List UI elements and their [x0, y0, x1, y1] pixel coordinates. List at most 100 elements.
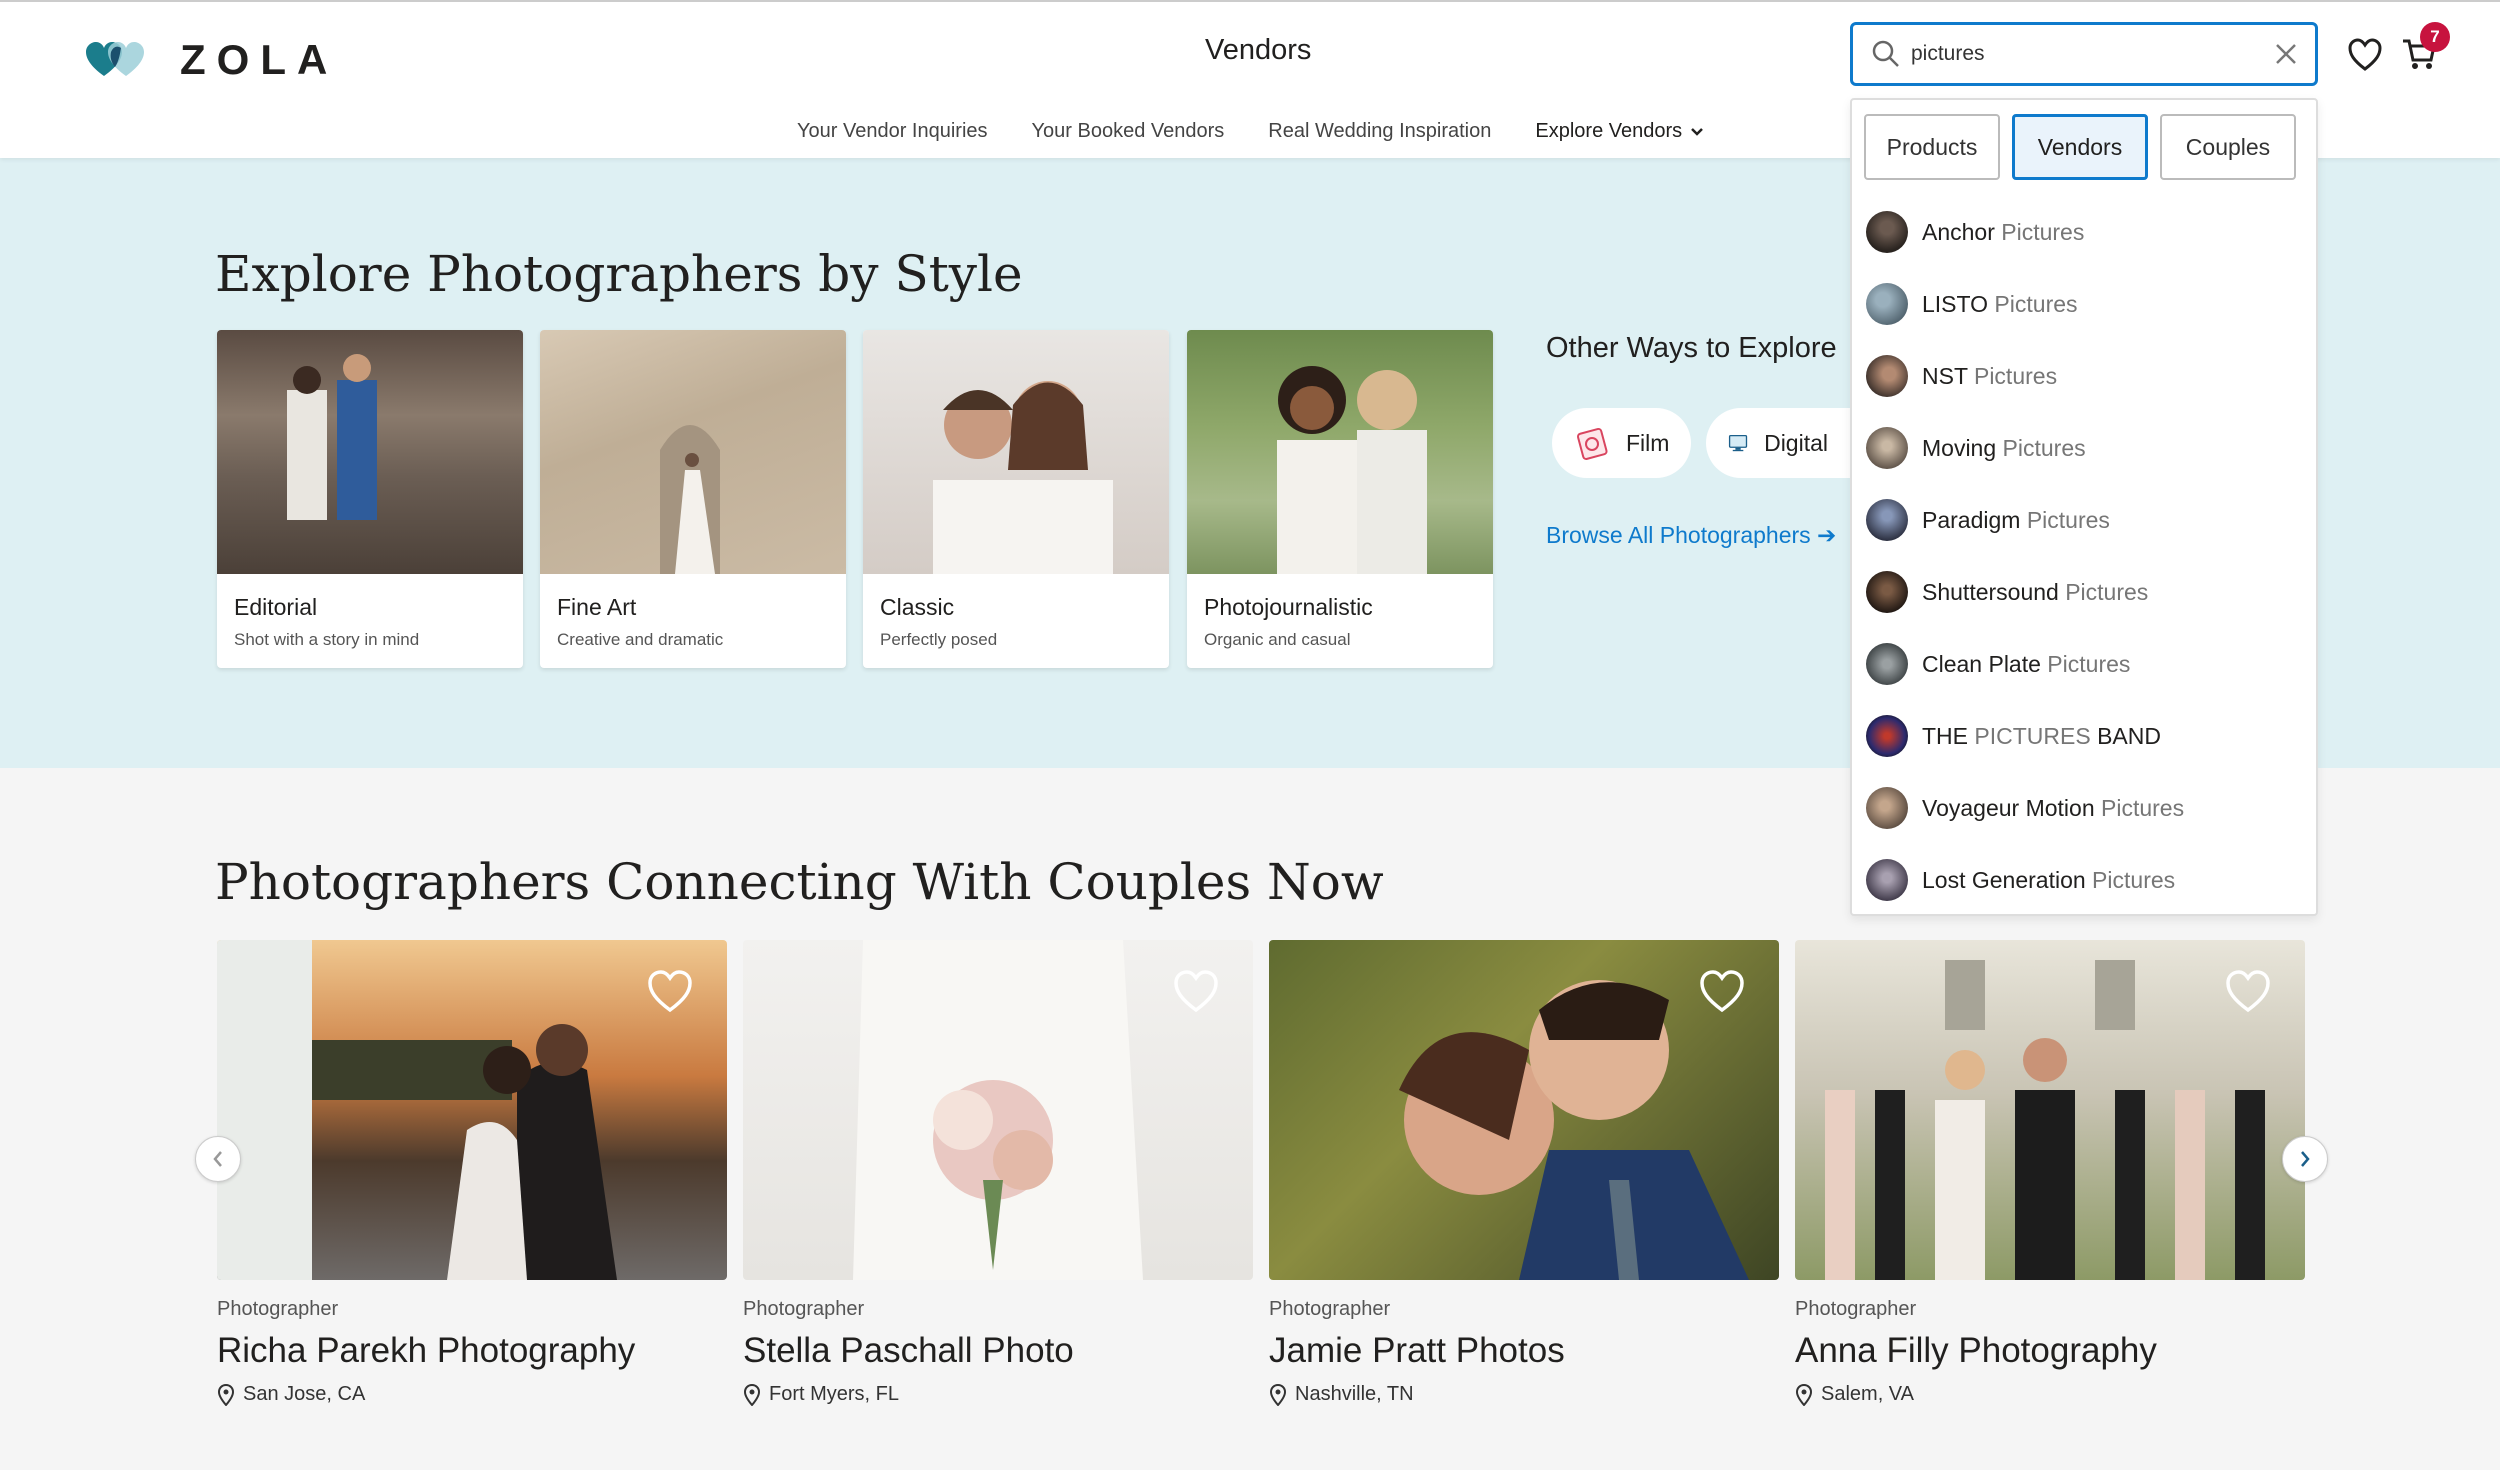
- style-card-editorial[interactable]: Editorial Shot with a story in mind: [217, 330, 523, 668]
- style-card-fine-art[interactable]: Fine Art Creative and dramatic: [540, 330, 846, 668]
- vendor-location: Salem, VA: [1795, 1383, 2305, 1406]
- location-pin-icon: [217, 1383, 235, 1406]
- chevron-right-icon: [2301, 1151, 2310, 1167]
- result-suffix: BAND: [2090, 722, 2161, 749]
- hearts-logo-icon: [86, 42, 162, 78]
- result-match: Pictures: [1996, 434, 2086, 461]
- search-result-item[interactable]: Anchor Pictures: [1852, 196, 2316, 268]
- vendor-category: Photographer: [1269, 1298, 1391, 1320]
- vendor-card[interactable]: Photographer Jamie Pratt Photos Nashvill…: [1269, 940, 1779, 1406]
- vendor-name[interactable]: Stella Paschall Photo: [743, 1331, 1253, 1371]
- vendor-location: San Jose, CA: [217, 1383, 727, 1406]
- sub-navigation: Your Vendor Inquiries Your Booked Vendor…: [797, 120, 1704, 143]
- carousel-next-button[interactable]: [2282, 1136, 2328, 1182]
- tab-vendors[interactable]: Vendors: [2012, 114, 2148, 180]
- page-title: Vendors: [1205, 34, 1312, 66]
- vendor-card[interactable]: Photographer Stella Paschall Photo Fort …: [743, 940, 1253, 1406]
- favorite-heart-icon[interactable]: [1173, 970, 1219, 1014]
- vendor-name[interactable]: Jamie Pratt Photos: [1269, 1331, 1779, 1371]
- search-result-item[interactable]: Clean Plate Pictures: [1852, 628, 2316, 700]
- result-name: LISTO: [1922, 290, 1989, 317]
- style-card-photojournalistic[interactable]: Photojournalistic Organic and casual: [1187, 330, 1493, 668]
- vendor-card[interactable]: Photographer Anna Filly Photography Sale…: [1795, 940, 2305, 1406]
- arrow-right-icon: ➔: [1817, 522, 1837, 548]
- digital-filter-pill[interactable]: Digital: [1706, 408, 1850, 478]
- nav-real-wedding-inspiration[interactable]: Real Wedding Inspiration: [1268, 120, 1491, 143]
- vendor-category: Photographer: [1795, 1298, 1917, 1320]
- photojournalistic-photo: [1187, 330, 1493, 574]
- search-result-item[interactable]: Voyageur Motion Pictures: [1852, 772, 2316, 844]
- style-name: Photojournalistic: [1204, 594, 1373, 620]
- nav-explore-vendors[interactable]: Explore Vendors: [1535, 120, 1704, 143]
- search-field[interactable]: [1850, 22, 2318, 86]
- result-name: Paradigm: [1922, 506, 2021, 533]
- digital-icon: [1728, 434, 1748, 452]
- vendor-location: Fort Myers, FL: [743, 1383, 1253, 1406]
- location-text: Fort Myers, FL: [769, 1383, 900, 1405]
- location-pin-icon: [1269, 1383, 1287, 1406]
- vendor-card[interactable]: Photographer Richa Parekh Photography Sa…: [217, 940, 727, 1406]
- fine-art-photo: [540, 330, 846, 574]
- vendor-avatar: [1866, 715, 1908, 757]
- vendor-avatar: [1866, 355, 1908, 397]
- connecting-photographers-title: Photographers Connecting With Couples No…: [215, 853, 1384, 911]
- vendor-photo[interactable]: [743, 940, 1253, 1280]
- search-icon: [1872, 40, 1899, 67]
- digital-label: Digital: [1764, 429, 1828, 456]
- chevron-down-icon: [1691, 127, 1704, 136]
- logo-text: ZOLA: [180, 36, 339, 83]
- favorite-heart-icon[interactable]: [2225, 970, 2271, 1014]
- search-result-item[interactable]: Moving Pictures: [1852, 412, 2316, 484]
- vendor-name[interactable]: Richa Parekh Photography: [217, 1331, 727, 1371]
- vendor-photo[interactable]: [217, 940, 727, 1280]
- style-card-classic[interactable]: Classic Perfectly posed: [863, 330, 1169, 668]
- tab-couples[interactable]: Couples: [2160, 114, 2296, 180]
- editorial-photo: [217, 330, 523, 574]
- vendor-photo[interactable]: [1795, 940, 2305, 1280]
- nav-booked-vendors[interactable]: Your Booked Vendors: [1032, 120, 1225, 143]
- result-match: Pictures: [2058, 578, 2149, 605]
- film-label: Film: [1626, 429, 1670, 456]
- film-icon: [1576, 427, 1608, 460]
- vendor-category: Photographer: [743, 1298, 865, 1320]
- style-desc: Shot with a story in mind: [234, 630, 420, 649]
- search-result-item[interactable]: THE PICTURES BAND: [1852, 700, 2316, 772]
- search-result-item[interactable]: Lost Generation Pictures: [1852, 844, 2316, 916]
- chevron-left-icon: [213, 1151, 222, 1167]
- search-results-list: Anchor Pictures LISTO Pictures NST Pictu…: [1852, 196, 2316, 916]
- style-desc: Perfectly posed: [880, 630, 998, 649]
- result-match: Pictures: [1994, 218, 2085, 245]
- search-result-item[interactable]: Shuttersound Pictures: [1852, 556, 2316, 628]
- browse-all-photographers-link[interactable]: Browse All Photographers ➔: [1546, 522, 1836, 549]
- vendor-photo[interactable]: [1269, 940, 1779, 1280]
- search-result-item[interactable]: LISTO Pictures: [1852, 268, 2316, 340]
- result-match: Pictures: [2094, 794, 2185, 821]
- result-match: Pictures: [2040, 650, 2131, 677]
- result-match: Pictures: [1967, 362, 2058, 389]
- favorite-heart-icon[interactable]: [647, 970, 693, 1014]
- vendor-avatar: [1866, 571, 1908, 613]
- vendor-avatar: [1866, 283, 1908, 325]
- explore-styles-title: Explore Photographers by Style: [215, 245, 1023, 303]
- vendor-avatar: [1866, 211, 1908, 253]
- result-match: Pictures: [1988, 290, 2078, 317]
- result-name: Shuttersound: [1922, 578, 2059, 605]
- favorites-heart-icon[interactable]: [2347, 38, 2383, 72]
- search-input[interactable]: [1911, 42, 2271, 66]
- close-icon[interactable]: [2271, 39, 2301, 69]
- tab-products[interactable]: Products: [1864, 114, 2000, 180]
- vendor-avatar: [1866, 643, 1908, 685]
- result-name: Voyageur Motion: [1922, 794, 2095, 821]
- vendor-name[interactable]: Anna Filly Photography: [1795, 1331, 2305, 1371]
- zola-logo[interactable]: ZOLA: [86, 36, 338, 84]
- search-tabs: Products Vendors Couples: [1852, 100, 2316, 180]
- film-filter-pill[interactable]: Film: [1552, 408, 1692, 478]
- other-ways-title: Other Ways to Explore: [1546, 332, 1837, 364]
- location-text: Nashville, TN: [1295, 1383, 1414, 1405]
- classic-photo: [863, 330, 1169, 574]
- favorite-heart-icon[interactable]: [1699, 970, 1745, 1014]
- nav-vendor-inquiries[interactable]: Your Vendor Inquiries: [797, 120, 988, 143]
- search-result-item[interactable]: Paradigm Pictures: [1852, 484, 2316, 556]
- carousel-prev-button[interactable]: [195, 1136, 241, 1182]
- search-result-item[interactable]: NST Pictures: [1852, 340, 2316, 412]
